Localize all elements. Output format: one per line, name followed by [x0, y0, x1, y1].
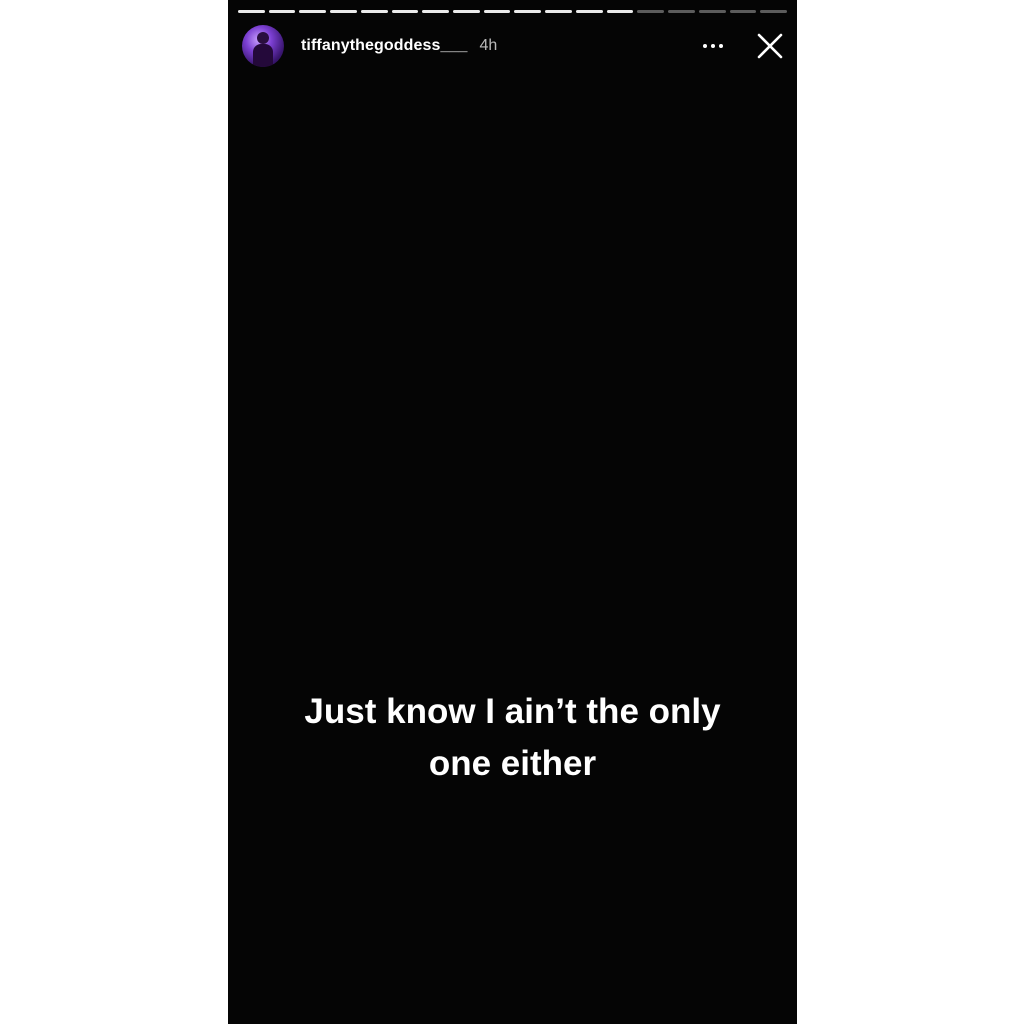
progress-segment — [698, 10, 726, 13]
progress-segment — [422, 10, 450, 13]
progress-segment — [268, 10, 296, 13]
progress-segment — [514, 10, 542, 13]
progress-segment — [391, 10, 419, 13]
story-progress-bar — [238, 10, 787, 13]
avatar-body — [253, 44, 273, 67]
caption-line-2: one either — [428, 744, 597, 783]
progress-segment — [238, 10, 265, 13]
progress-segment — [575, 10, 603, 13]
progress-segment — [453, 10, 480, 13]
story-header: tiffanythegoddess___ 4h — [242, 24, 787, 68]
progress-segment — [760, 10, 787, 13]
avatar-head — [257, 32, 269, 44]
progress-segment — [483, 10, 511, 13]
username[interactable]: tiffanythegoddess___ — [301, 37, 467, 55]
progress-segment — [729, 10, 757, 13]
progress-segment — [545, 10, 572, 13]
close-icon[interactable] — [755, 31, 785, 61]
progress-segment — [637, 10, 665, 13]
progress-segment — [299, 10, 327, 13]
caption-line-1: Just know I ain’t the only — [304, 692, 721, 731]
progress-segment — [330, 10, 357, 13]
progress-segment — [668, 10, 695, 13]
post-time: 4h — [479, 37, 498, 54]
progress-segment — [360, 10, 388, 13]
story-viewer[interactable]: tiffanythegoddess___ 4h Just know I ain’… — [228, 0, 797, 1024]
more-options-icon[interactable] — [697, 34, 729, 58]
progress-segment — [606, 10, 634, 13]
story-caption: Just know I ain’t the only one either — [228, 686, 797, 790]
avatar[interactable] — [242, 25, 284, 67]
